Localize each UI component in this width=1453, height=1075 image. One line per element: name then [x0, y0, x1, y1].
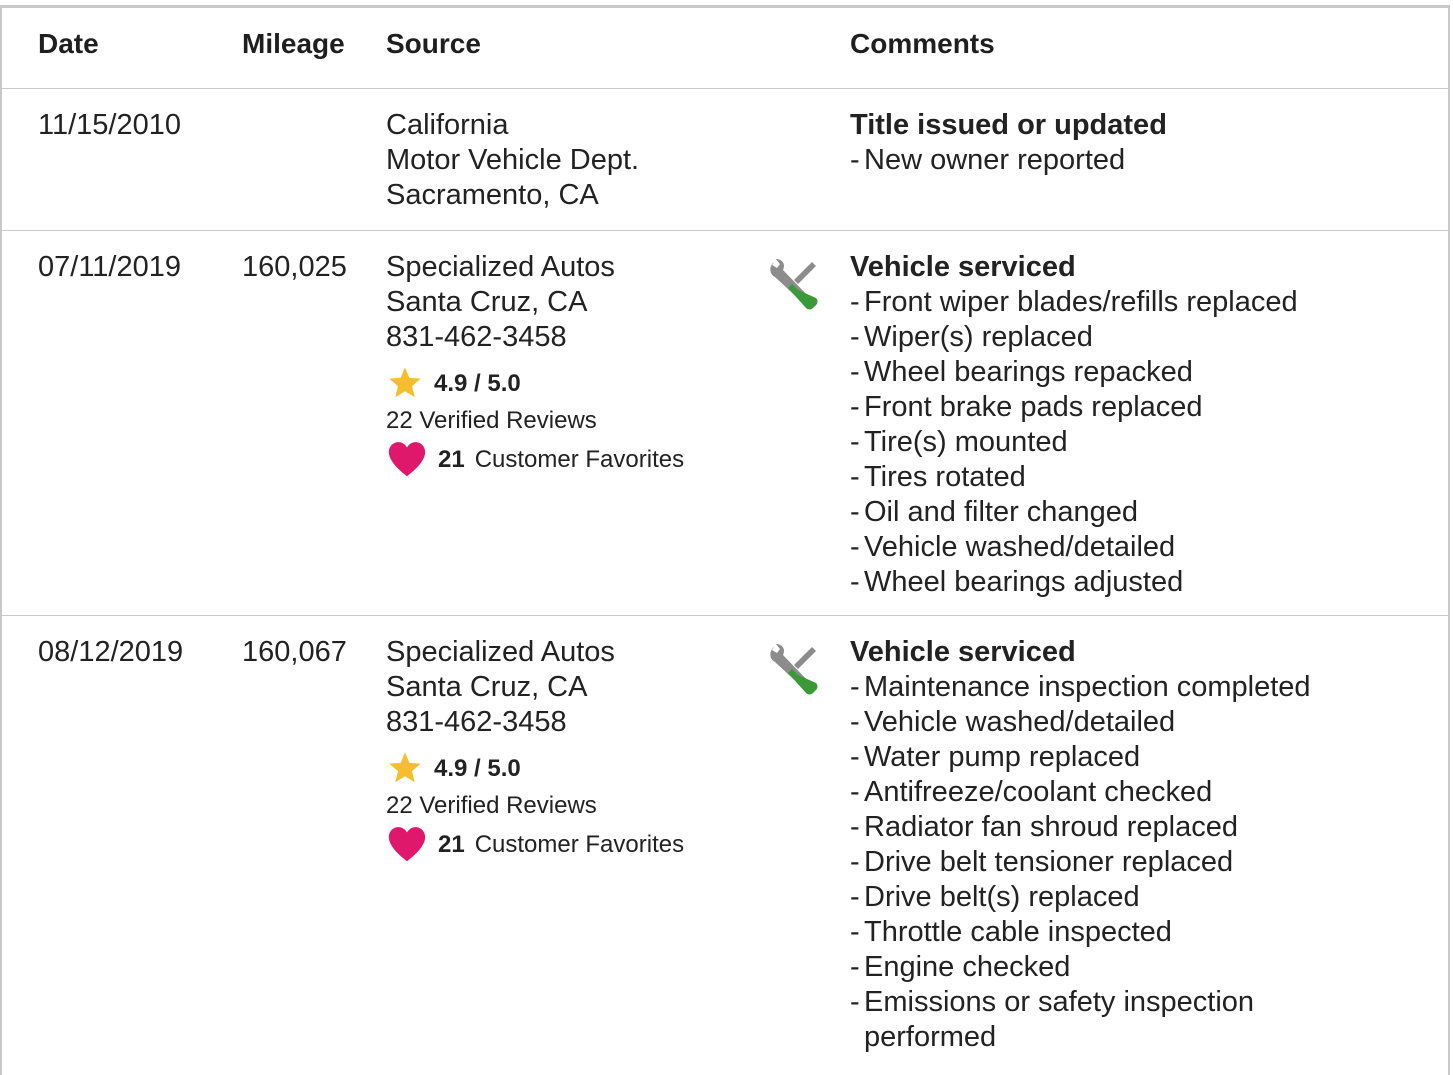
- row-comments: Vehicle serviced - Front wiper blades/ref…: [850, 250, 1298, 600]
- comment-item: - Oil and filter changed: [850, 496, 1139, 528]
- comment-item: - Wheel bearings adjusted: [850, 566, 1184, 598]
- customer-favorites: 21 Customer Favorites: [386, 441, 684, 477]
- star-icon: [389, 752, 421, 783]
- comment-item: - Radiator fan shroud replaced: [850, 811, 1239, 843]
- source-location: Sacramento, CA: [386, 179, 599, 211]
- comment-item: - Wheel bearings repacked: [850, 356, 1193, 388]
- row-date: 11/15/2010: [38, 109, 181, 141]
- source-name[interactable]: Specialized Autos: [386, 635, 684, 670]
- row-source: Specialized Autos Santa Cruz, CA 831-462…: [386, 635, 684, 862]
- comment-item: - Wiper(s) replaced: [850, 321, 1093, 353]
- source-location: Santa Cruz, CA: [386, 286, 588, 318]
- favorites-count: 21: [438, 830, 465, 858]
- favorites-count: 21: [438, 445, 465, 473]
- source-phone[interactable]: 831-462-3458: [386, 705, 684, 740]
- verified-reviews-link[interactable]: 22 Verified Reviews: [386, 786, 684, 826]
- rating-value: 4.9 / 5.0: [434, 369, 521, 397]
- header-date[interactable]: Date: [38, 28, 99, 60]
- table-row: 08/12/2019 160,067 Specialized Autos San…: [2, 615, 1448, 1075]
- favorites-label: Customer Favorites: [474, 830, 685, 858]
- comment-title: Vehicle serviced: [850, 636, 1076, 668]
- comment-item: - Antifreeze/coolant checked: [850, 776, 1213, 808]
- source-name: California: [386, 109, 509, 141]
- comment-item: - Vehicle washed/detailed: [850, 531, 1176, 563]
- row-source: Specialized Autos Santa Cruz, CA 831-462…: [386, 250, 684, 477]
- source-line-2: Motor Vehicle Dept.: [386, 144, 640, 176]
- comment-title: Title issued or updated: [850, 109, 1167, 141]
- row-mileage: 160,067: [242, 636, 347, 668]
- service-history-table: Date Mileage Source Comments 11/15/2010 …: [0, 5, 1450, 1075]
- heart-icon: [388, 827, 426, 862]
- comment-item: - Maintenance inspection completed: [850, 671, 1311, 703]
- comment-item: - Drive belt tensioner replaced: [850, 846, 1234, 878]
- heart-icon: [388, 442, 426, 477]
- comment-item: - Front wiper blades/refills replaced: [850, 286, 1298, 318]
- header-comments[interactable]: Comments: [850, 28, 995, 60]
- comment-item: - Water pump replaced: [850, 741, 1141, 773]
- row-date: 07/11/2019: [38, 251, 181, 283]
- rating: 4.9 / 5.0: [386, 365, 684, 401]
- comment-item: - Tires rotated: [850, 461, 1026, 493]
- customer-favorites: 21 Customer Favorites: [386, 826, 684, 862]
- header-source[interactable]: Source: [386, 28, 481, 60]
- comment-item: - Vehicle washed/detailed: [850, 706, 1176, 738]
- row-mileage: 160,025: [242, 251, 347, 283]
- star-icon: [389, 367, 421, 398]
- table-header-row: Date Mileage Source Comments: [2, 8, 1448, 89]
- comment-title: Vehicle serviced: [850, 251, 1076, 283]
- table-row: 11/15/2010 California Motor Vehicle Dept…: [2, 88, 1448, 231]
- row-source: California Motor Vehicle Dept. Sacrament…: [386, 108, 639, 213]
- verified-reviews-link[interactable]: 22 Verified Reviews: [386, 401, 684, 441]
- favorites-label: Customer Favorites: [474, 445, 685, 473]
- source-location: Santa Cruz, CA: [386, 671, 588, 703]
- row-comments: Title issued or updated - New owner repor…: [850, 108, 1167, 178]
- comment-item: - Emissions or safety inspection performe…: [850, 986, 1255, 1053]
- comment-item: - Drive belt(s) replaced: [850, 881, 1140, 913]
- source-phone[interactable]: 831-462-3458: [386, 320, 684, 355]
- comment-item: - Engine checked: [850, 951, 1071, 983]
- comment-item: - Tire(s) mounted: [850, 426, 1068, 458]
- comment-item: - Throttle cable inspected: [850, 916, 1172, 948]
- rating: 4.9 / 5.0: [386, 750, 684, 786]
- wrench-screwdriver-icon: [770, 259, 818, 310]
- header-mileage[interactable]: Mileage: [242, 28, 345, 60]
- source-name[interactable]: Specialized Autos: [386, 250, 684, 285]
- table-row: 07/11/2019 160,025 Specialized Autos San…: [2, 230, 1448, 616]
- rating-value: 4.9 / 5.0: [434, 754, 521, 782]
- comment-item: - Front brake pads replaced: [850, 391, 1203, 423]
- row-comments: Vehicle serviced - Maintenance inspection…: [850, 635, 1330, 1055]
- row-date: 08/12/2019: [38, 636, 184, 668]
- comment-item: - New owner reported: [850, 144, 1126, 176]
- wrench-screwdriver-icon: [770, 644, 818, 695]
